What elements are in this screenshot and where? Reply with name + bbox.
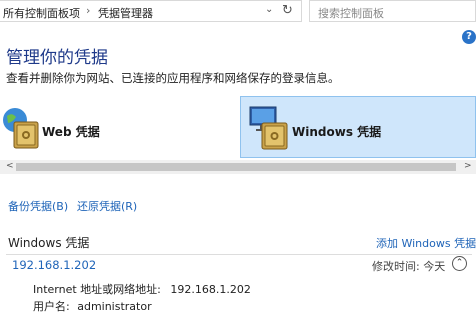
top-bar: 所有控制面板项 › 凭据管理器 ⌄ ↻ 搜索控制面板	[0, 0, 476, 24]
address-label: Internet 地址或网络地址:	[33, 283, 161, 296]
backup-credentials-link[interactable]: 备份凭据(B)	[8, 198, 68, 214]
credential-entry-name[interactable]: 192.168.1.202	[12, 258, 96, 272]
scroll-left-icon[interactable]: <	[6, 161, 14, 171]
restore-credentials-link[interactable]: 还原凭据(R)	[77, 198, 137, 214]
credential-address-row: Internet 地址或网络地址: 192.168.1.202	[33, 281, 251, 297]
tile-web-credentials[interactable]: Web 凭据	[0, 96, 238, 158]
breadcrumb-separator: ›	[86, 4, 91, 17]
breadcrumb-credential-manager[interactable]: 凭据管理器	[98, 5, 153, 21]
address-bar[interactable]: 所有控制面板项 › 凭据管理器 ⌄ ↻	[0, 0, 302, 22]
credential-user-row: 用户名: administrator	[33, 298, 152, 314]
horizontal-scrollbar[interactable]: < >	[0, 160, 476, 174]
add-windows-credential-link[interactable]: 添加 Windows 凭据	[376, 235, 476, 251]
credential-modified-time: 修改时间: 今天	[372, 260, 446, 273]
help-icon[interactable]: ?	[462, 30, 476, 44]
address-value: 192.168.1.202	[170, 283, 251, 296]
web-credential-vault-icon	[3, 108, 39, 149]
chevron-down-icon[interactable]: ⌄	[265, 4, 273, 15]
search-input[interactable]: 搜索控制面板	[309, 0, 476, 22]
search-placeholder: 搜索控制面板	[318, 7, 384, 20]
windows-credential-vault-icon	[249, 106, 288, 150]
tile-windows-label: Windows 凭据	[292, 125, 382, 139]
breadcrumb-all-control-panel[interactable]: 所有控制面板项	[3, 5, 80, 21]
scroll-right-icon[interactable]: >	[464, 161, 472, 171]
user-label: 用户名:	[33, 300, 70, 313]
section-divider	[6, 254, 472, 255]
page-title: 管理你的凭据	[6, 48, 108, 68]
chevron-up-icon[interactable]: ⌃	[452, 256, 467, 271]
tile-windows-credentials[interactable]: Windows 凭据	[240, 96, 476, 158]
tile-web-label: Web 凭据	[42, 125, 100, 139]
user-value: administrator	[77, 300, 152, 313]
scrollbar-thumb[interactable]	[16, 163, 456, 171]
page-description: 查看并删除你为网站、已连接的应用程序和网络保存的登录信息。	[6, 71, 340, 85]
section-title-windows-credentials: Windows 凭据	[8, 236, 90, 250]
refresh-icon[interactable]: ↻	[282, 3, 293, 18]
